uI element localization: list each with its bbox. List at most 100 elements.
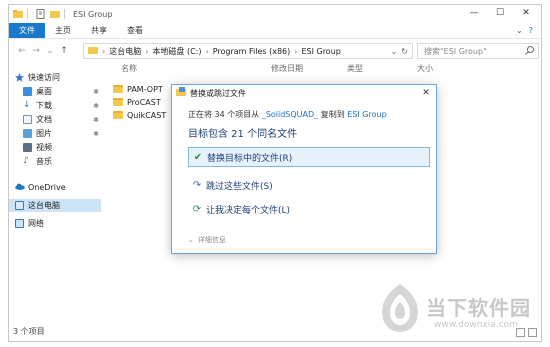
back-arrow-icon[interactable]: ← (15, 46, 29, 56)
pin-icon[interactable]: ✱ (93, 88, 99, 96)
watermark: 当下软件园 www.downxia.com (378, 282, 548, 342)
replace-files-option[interactable]: ✔ 替换目标中的文件(R) (188, 147, 430, 167)
nav-item-label: 音乐 (36, 157, 52, 166)
window-controls: — ☐ ✕ (461, 5, 539, 21)
watermark-name: 当下软件园 (426, 296, 531, 320)
document-icon (23, 115, 32, 124)
window-title: ESI Group (73, 9, 113, 19)
chevron-down-icon[interactable]: ⌄ (391, 47, 398, 56)
breadcrumb-local-disk[interactable]: 本地磁盘 (C:) (152, 46, 201, 57)
nav-item-music[interactable]: ♪ 音乐 (9, 155, 101, 168)
pin-icon[interactable]: ✱ (93, 102, 99, 110)
up-arrow-icon[interactable]: ↑ (57, 46, 71, 56)
chevron-right-icon: › (294, 46, 298, 56)
column-header-type[interactable]: 类型 (347, 63, 363, 74)
folder-icon (13, 9, 23, 19)
watermark-logo (382, 284, 418, 332)
file-name: PAM-OPT (127, 84, 163, 94)
nav-item-this-pc[interactable]: 这台电脑 (9, 199, 101, 212)
dialog-close-button[interactable]: ✕ (416, 88, 436, 98)
nav-item-label: 桌面 (36, 87, 52, 96)
computer-icon (15, 201, 24, 210)
decide-icon: ⟳ (192, 203, 202, 215)
nav-item-videos[interactable]: 视频 (9, 141, 101, 154)
desktop-icon (23, 87, 32, 96)
status-item-count: 3 个项目 (13, 327, 45, 336)
info-mid: 复制到 (320, 110, 345, 119)
address-row: ← → ⌄ ↑ › 这台电脑 › 本地磁盘 (C:) › Program Fil… (9, 41, 541, 61)
nav-item-label: 文档 (36, 115, 52, 124)
decide-each-option[interactable]: ⟳ 让我决定每个文件(L) (188, 199, 430, 219)
folder-icon (88, 46, 98, 56)
more-details-toggle[interactable]: ⌄ 详细信息 (188, 235, 226, 245)
nav-item-label: 网络 (28, 219, 44, 228)
divider (64, 9, 65, 19)
list-item[interactable]: QuikCAST (113, 109, 166, 121)
folder-icon (113, 98, 123, 106)
ribbon-right: ⌄ ? (516, 23, 541, 38)
skip-icon: ↷ (192, 179, 202, 191)
list-item[interactable]: ProCAST (113, 96, 161, 108)
destination-link[interactable]: ESI Group (347, 110, 386, 119)
search-input[interactable]: 搜索"ESI Group" (417, 43, 539, 59)
list-item[interactable]: PAM-OPT (113, 83, 163, 95)
pin-icon[interactable]: ✱ (93, 116, 99, 124)
recent-locations-icon[interactable]: ⌄ (43, 46, 57, 56)
address-bar[interactable]: › 这台电脑 › 本地磁盘 (C:) › Program Files (x86)… (83, 43, 413, 59)
search-icon[interactable] (525, 45, 534, 57)
pin-icon[interactable]: ✱ (93, 130, 99, 138)
details-label: 详细信息 (197, 236, 226, 244)
column-header-date[interactable]: 修改日期 (271, 63, 303, 74)
tab-file[interactable]: 文件 (9, 23, 45, 38)
dialog-heading: 目标包含 21 个同名文件 (188, 129, 298, 140)
nav-item-label: 视频 (36, 143, 52, 152)
properties-icon[interactable] (36, 9, 46, 19)
expand-ribbon-icon[interactable]: ⌄ (516, 26, 523, 35)
search-placeholder: 搜索"ESI Group" (424, 46, 487, 56)
breadcrumb-esi-group[interactable]: ESI Group (301, 47, 340, 56)
forward-arrow-icon[interactable]: → (29, 46, 43, 56)
refresh-icon[interactable]: ↻ (401, 47, 408, 56)
nav-item-pictures[interactable]: 图片 ✱ (9, 127, 101, 140)
dialog-title: 替换或跳过文件 (190, 88, 246, 98)
info-prefix: 正在将 34 个项目从 (188, 110, 260, 119)
column-header-size[interactable]: 大小 (417, 63, 433, 74)
nav-item-label: 下载 (36, 101, 52, 110)
copy-icon (176, 87, 186, 99)
check-icon: ✔ (193, 151, 203, 163)
cloud-icon (15, 183, 25, 192)
navigation-pane: 快速访问 桌面 ✱ ↓ 下载 ✱ 文档 ✱ 图片 ✱ 视频 ♪ 音乐 OneDr… (9, 67, 101, 327)
nav-item-documents[interactable]: 文档 ✱ (9, 113, 101, 126)
dialog-info: 正在将 34 个项目从 _SolidSQUAD_ 复制到 ESI Group (188, 109, 387, 120)
nav-item-label: 这台电脑 (28, 201, 60, 210)
divider (27, 9, 28, 19)
breadcrumb-program-files[interactable]: Program Files (x86) (213, 47, 291, 56)
music-icon: ♪ (23, 156, 29, 166)
nav-item-quick-access[interactable]: 快速访问 (9, 71, 101, 84)
nav-item-desktop[interactable]: 桌面 ✱ (9, 85, 101, 98)
nav-item-downloads[interactable]: ↓ 下载 ✱ (9, 99, 101, 112)
nav-item-onedrive[interactable]: OneDrive (9, 181, 101, 194)
address-actions: ⌄ ↻ (391, 47, 412, 56)
star-icon (15, 73, 24, 82)
nav-item-label: OneDrive (28, 183, 66, 192)
tab-share[interactable]: 共享 (81, 23, 117, 38)
picture-icon (23, 129, 32, 138)
breadcrumb-this-pc[interactable]: 这台电脑 (109, 46, 141, 57)
source-link[interactable]: _SolidSQUAD_ (262, 110, 318, 119)
option-label: 替换目标中的文件(R) (207, 153, 293, 164)
nav-item-label: 图片 (36, 129, 52, 138)
tab-home[interactable]: 主页 (45, 23, 81, 38)
close-button[interactable]: ✕ (513, 5, 539, 21)
tab-view[interactable]: 查看 (117, 23, 153, 38)
folder-icon (113, 111, 123, 119)
skip-files-option[interactable]: ↷ 跳过这些文件(S) (188, 175, 430, 195)
help-icon[interactable]: ? (529, 26, 533, 35)
nav-item-network[interactable]: 网络 (9, 217, 101, 230)
folder-icon (113, 85, 123, 93)
maximize-button[interactable]: ☐ (487, 5, 513, 21)
ribbon-tabs: 文件 主页 共享 查看 ⌄ ? (9, 23, 541, 39)
new-folder-icon[interactable] (50, 9, 60, 19)
column-header-name[interactable]: 名称 (121, 63, 137, 74)
minimize-button[interactable]: — (461, 5, 487, 21)
